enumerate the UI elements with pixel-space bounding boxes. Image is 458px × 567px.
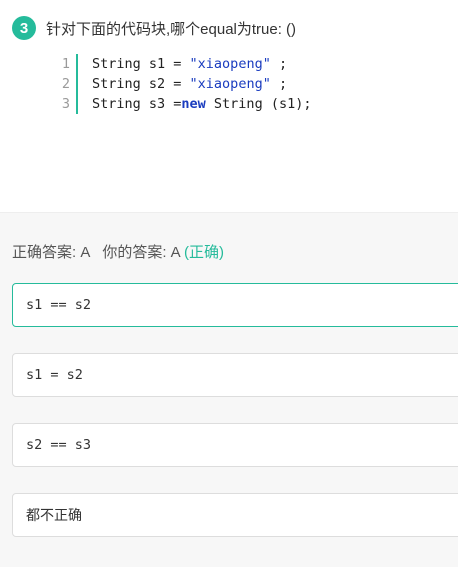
option-text: s1 = s2: [26, 367, 83, 383]
code-string: "xiaopeng": [189, 76, 271, 92]
option-text: s1 == s2: [26, 297, 92, 313]
option-d[interactable]: 都不正确: [12, 493, 458, 537]
question-header: 3 针对下面的代码块,哪个equal为true: (): [12, 16, 458, 40]
line-number: 3: [61, 96, 70, 112]
option-a[interactable]: s1 == s2: [12, 283, 458, 327]
code-token: String s3 =: [92, 96, 182, 112]
code-line: 1 String s1 = "xiaopeng" ;: [56, 54, 311, 74]
correct-answer-label: 正确答案: A: [12, 244, 91, 261]
code-keyword: new: [181, 96, 206, 112]
code-token: ;: [270, 56, 288, 72]
your-answer-label: 你的答案: A: [102, 244, 180, 261]
answer-result: 正确答案: A 你的答案: A (正确): [12, 241, 224, 262]
code-line: 2 String s2 = "xiaopeng" ;: [56, 74, 311, 94]
code-line: 3 String s3 =new String (s1);: [56, 94, 311, 114]
line-number: 2: [61, 76, 70, 92]
option-b[interactable]: s1 = s2: [12, 353, 458, 397]
option-c[interactable]: s2 == s3: [12, 423, 458, 467]
code-token: ;: [270, 76, 288, 92]
line-number: 1: [61, 56, 70, 72]
code-token: String (s1);: [205, 96, 312, 112]
question-text: 针对下面的代码块,哪个equal为true: (): [46, 20, 297, 38]
code-string: "xiaopeng": [189, 56, 271, 72]
answer-area: 正确答案: A 你的答案: A (正确) s1 == s2 s1 = s2 s2 …: [0, 212, 458, 567]
code-block: 1 String s1 = "xiaopeng" ; 2 String s2 =…: [56, 54, 311, 114]
option-text: 都不正确: [26, 507, 82, 523]
code-token: String s1 =: [92, 56, 190, 72]
answer-status: (正确): [184, 244, 225, 261]
option-text: s2 == s3: [26, 437, 92, 453]
code-token: String s2 =: [92, 76, 190, 92]
question-number-badge: 3: [12, 16, 36, 40]
